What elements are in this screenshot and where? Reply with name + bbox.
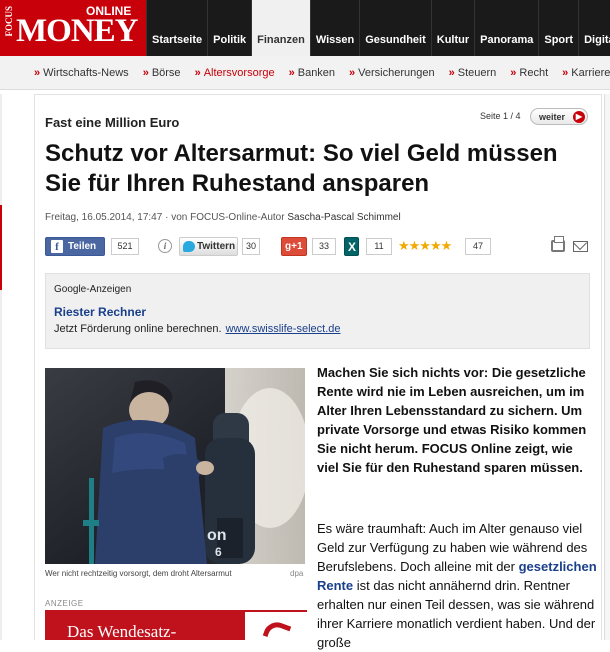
ad-brand-logo-icon bbox=[245, 612, 307, 640]
main-nav-item-kultur[interactable]: Kultur bbox=[430, 0, 475, 56]
main-nav-item-sport[interactable]: Sport bbox=[538, 0, 579, 56]
page-indicator: Seite 1 / 4 bbox=[480, 111, 521, 121]
google-plus-count: 33 bbox=[312, 238, 336, 255]
article-kicker: Fast eine Million Euro bbox=[45, 115, 180, 130]
chevron-right-icon: » bbox=[34, 67, 41, 79]
xing-share-button[interactable]: X bbox=[344, 237, 359, 256]
author-link[interactable]: Sascha-Pascal Schimmel bbox=[287, 212, 400, 223]
left-edge-bar bbox=[0, 94, 2, 640]
left-edge-marker bbox=[0, 205, 2, 290]
ad-label: ANZEIGE bbox=[45, 599, 84, 608]
ad-url-link[interactable]: www.swisslife-select.de bbox=[226, 323, 341, 335]
main-nav-item-gesundheit[interactable]: Gesundheit bbox=[359, 0, 431, 56]
xing-share-count: 11 bbox=[366, 238, 392, 255]
page-scrollbar[interactable] bbox=[604, 94, 610, 640]
focus-money-logo[interactable]: FOCUS MONEY ONLINE bbox=[0, 0, 146, 56]
facebook-share-count: 521 bbox=[111, 238, 139, 255]
google-plus-button[interactable]: g+1 bbox=[281, 237, 307, 256]
body-text-2: ist das nicht annähernd drin. Rentner er… bbox=[317, 578, 596, 650]
facebook-share-button[interactable]: f Teilen bbox=[45, 237, 105, 256]
twitter-bird-icon bbox=[183, 241, 195, 252]
top-header: FOCUS MONEY ONLINE Startseite Politik Fi… bbox=[0, 0, 610, 56]
photo-caption: Wer nicht rechtzeitig vorsorgt, dem droh… bbox=[45, 569, 232, 578]
chevron-right-icon: » bbox=[142, 67, 149, 79]
facebook-icon: f bbox=[51, 240, 63, 253]
next-page-button[interactable]: weiter ▶ bbox=[530, 108, 588, 125]
ad-text: Jetzt Förderung online berechnen. www.swi… bbox=[54, 323, 340, 335]
chevron-right-icon: » bbox=[349, 67, 356, 79]
logo-online-text: ONLINE bbox=[86, 4, 132, 18]
chevron-right-icon: » bbox=[288, 67, 295, 79]
main-nav-item-wissen[interactable]: Wissen bbox=[309, 0, 360, 56]
main-nav-item-startseite[interactable]: Startseite bbox=[146, 0, 208, 56]
info-icon[interactable]: i bbox=[158, 239, 172, 253]
chevron-right-icon: » bbox=[562, 67, 569, 79]
share-bar: f Teilen 521 i Twittern 30 g+1 33 X 11 ★… bbox=[45, 236, 590, 257]
ad-description: Jetzt Förderung online berechnen. bbox=[54, 323, 222, 335]
sub-nav-item-karriere[interactable]: » Karriere bbox=[562, 56, 610, 89]
google-plus-label: g+1 bbox=[285, 241, 303, 252]
logo-money-text: MONEY bbox=[16, 13, 138, 49]
sub-nav-item-wirtschafts-news[interactable]: » Wirtschafts-News bbox=[34, 56, 129, 89]
photo-elderly-man-with-crutch: on 6 bbox=[45, 368, 305, 564]
sub-nav-item-recht[interactable]: » Recht bbox=[510, 56, 548, 89]
article-headline: Schutz vor Altersarmut: So viel Geld müs… bbox=[45, 140, 558, 197]
xing-icon: X bbox=[348, 240, 357, 254]
sub-nav: » Wirtschafts-News » Börse » Altersvorsorge… bbox=[0, 56, 610, 90]
logo-focus-text: FOCUS bbox=[4, 6, 14, 37]
sub-nav-item-boerse[interactable]: » Börse bbox=[143, 56, 181, 89]
svg-text:6: 6 bbox=[215, 545, 222, 559]
main-nav-item-finanzen[interactable]: Finanzen bbox=[251, 0, 310, 56]
facebook-share-label: Teilen bbox=[68, 241, 97, 252]
article-byline: Freitag, 16.05.2014, 17:47 · von FOCUS-O… bbox=[45, 212, 401, 223]
chevron-right-icon: » bbox=[194, 67, 201, 79]
main-nav-item-panorama[interactable]: Panorama bbox=[474, 0, 539, 56]
print-icon[interactable] bbox=[551, 236, 565, 252]
rating-stars[interactable]: ★★★★★ bbox=[398, 238, 452, 254]
next-page-label: weiter bbox=[539, 112, 566, 122]
svg-text:on: on bbox=[207, 527, 227, 544]
article-photo[interactable]: on 6 bbox=[45, 368, 305, 564]
sub-nav-item-banken[interactable]: » Banken bbox=[289, 56, 335, 89]
arrow-right-icon: ▶ bbox=[573, 111, 585, 123]
chevron-right-icon: » bbox=[510, 67, 517, 79]
photo-credit: dpa bbox=[290, 569, 304, 578]
article-lead: Machen Sie sich nichts vor: Die gesetzli… bbox=[317, 365, 587, 475]
main-nav-item-digital[interactable]: Digital bbox=[578, 0, 610, 56]
byline-date: Freitag, 16.05.2014, 17:47 · von FOCUS-O… bbox=[45, 212, 288, 223]
google-ads-box: Google-Anzeigen Riester Rechner Jetzt Fö… bbox=[45, 273, 590, 349]
chevron-right-icon: » bbox=[448, 67, 455, 79]
main-nav-item-politik[interactable]: Politik bbox=[207, 0, 252, 56]
rating-count: 47 bbox=[465, 238, 491, 255]
article-body: Es wäre traumhaft: Auch im Alter genauso… bbox=[317, 519, 597, 652]
twitter-share-button[interactable]: Twittern bbox=[179, 237, 238, 256]
ads-label: Google-Anzeigen bbox=[54, 284, 132, 295]
ad-banner[interactable]: Das Wendesatz- bbox=[45, 610, 307, 640]
email-icon[interactable] bbox=[573, 241, 588, 252]
ad-banner-text: Das Wendesatz- bbox=[67, 622, 177, 640]
sub-nav-item-versicherungen[interactable]: » Versicherungen bbox=[349, 56, 435, 89]
twitter-share-label: Twittern bbox=[197, 241, 236, 252]
twitter-share-count: 30 bbox=[242, 238, 260, 255]
sub-nav-item-steuern[interactable]: » Steuern bbox=[449, 56, 497, 89]
ad-title-link[interactable]: Riester Rechner bbox=[54, 305, 146, 319]
main-nav: Startseite Politik Finanzen Wissen Gesun… bbox=[146, 0, 610, 56]
sub-nav-item-altersvorsorge[interactable]: » Altersvorsorge bbox=[195, 56, 275, 89]
